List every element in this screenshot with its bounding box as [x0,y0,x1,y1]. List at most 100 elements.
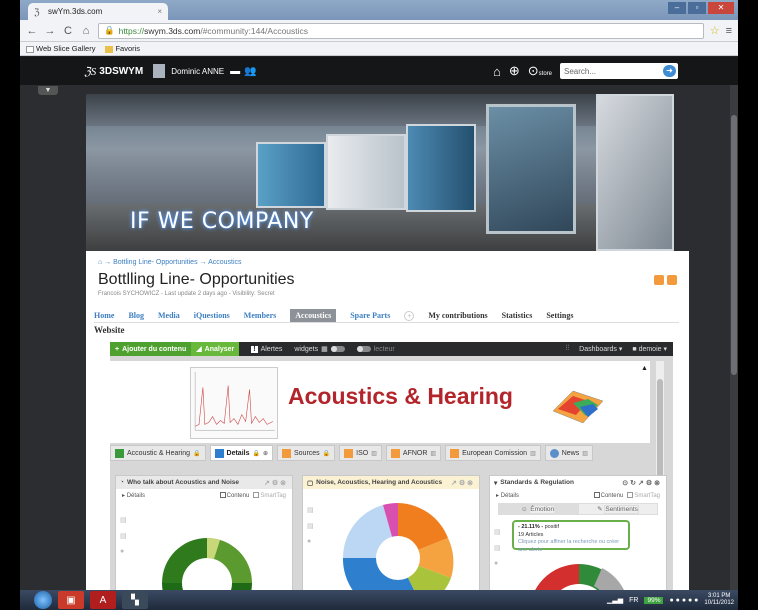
close-tab-icon[interactable]: × [157,7,162,16]
add-tab-icon[interactable]: + [404,310,415,321]
tab-emotion[interactable]: ☺ Émotion [498,503,578,515]
settings-sliders-icon[interactable]: ⫶⫶ [566,345,570,353]
home-icon[interactable]: ⌂ [98,259,102,266]
toggle-switch[interactable] [356,346,371,352]
collapse-icon[interactable]: ▾ [494,479,497,487]
gear-icon[interactable]: ● [494,560,506,567]
tab-details[interactable]: Details 🔒 ⊕ [209,445,273,461]
search-input[interactable]: Search... [564,67,596,76]
tab-afnor[interactable]: AFNOR ▥ [385,445,442,461]
trash-icon[interactable]: ▥ [430,450,436,457]
chat-icon[interactable]: ▬ [230,66,240,77]
back-arrow-icon[interactable]: ← [26,25,38,37]
tab-home[interactable]: Home [94,311,114,320]
widget-controls-icon[interactable]: ↗⚙⊗ [451,479,475,487]
doc-icon[interactable]: ▤ [120,516,132,524]
analyze-button[interactable]: ◢ Analyser [191,342,240,356]
taskbar-app-tools[interactable]: ▚ [122,591,148,609]
alerts-button[interactable]: ! Alertes [251,345,282,353]
widget-controls-icon[interactable]: ↗⚙⊗ [264,479,288,487]
start-button[interactable] [34,591,52,609]
doc-icon[interactable]: ▤ [120,532,132,540]
dashboards-menu[interactable]: Dashboards ▾ [579,345,622,353]
breadcrumb-item[interactable]: Bottling Line- Opportunities [113,259,197,266]
browser-tab[interactable]: ℨ swYm.3ds.com × [28,3,168,20]
tab-sources[interactable]: Sources 🔒 [277,445,336,461]
tab-settings[interactable]: Settings [546,311,573,320]
home-icon[interactable]: ⌂ [493,64,501,79]
bookmark-favoris[interactable]: Favoris [105,44,140,53]
add-content-button[interactable]: + Ajouter du contenu [110,342,192,356]
gear-icon[interactable]: ● [307,538,319,545]
gear-icon[interactable]: ● [120,548,132,555]
tab-iquestions[interactable]: iQuestions [194,311,230,320]
tab-my-contributions[interactable]: My contributions [428,311,487,320]
doc-icon[interactable]: ▤ [307,506,319,514]
store-icon[interactable]: ⊙store [528,63,552,79]
scrollbar-thumb[interactable] [731,115,737,375]
user-avatar[interactable] [153,64,166,78]
language-indicator[interactable]: FR [629,597,638,604]
people-icon[interactable]: 👥 [244,66,256,77]
rss-icon[interactable] [667,275,677,285]
bookmark-web-slice[interactable]: Web Slice Gallery [26,44,95,53]
taskbar-app-office[interactable]: ▣ [58,591,84,609]
browser-menu-icon[interactable]: ≡ [726,25,732,37]
bookmark-star-icon[interactable]: ☆ [710,24,720,37]
tab-sentiments[interactable]: ✎ Sentiments [578,503,658,515]
network-icon[interactable]: ▁▃▅ [607,596,623,604]
doc-icon[interactable]: ▤ [494,528,506,536]
minimize-button[interactable]: – [668,2,686,14]
tab-accoustics[interactable]: Accoustics [290,309,337,322]
widgets-toggle[interactable]: widgets ▦ [294,345,345,353]
trash-icon[interactable]: ▥ [371,450,377,457]
trash-icon[interactable]: ▥ [582,450,588,457]
rss-icon[interactable] [654,275,664,285]
tray-icons[interactable]: ● ● ● ● ● [669,597,698,604]
smarttag-checkbox[interactable]: SmartTag [627,491,660,499]
add-icon[interactable]: ⊕ [263,450,268,457]
tab-members[interactable]: Members [244,311,276,320]
compass-icon[interactable]: ⊕ [509,63,520,79]
search-go-icon[interactable]: ➜ [663,65,676,77]
tab-acoustic-hearing[interactable]: Accoustic & Hearing 🔒 [110,445,206,461]
tab-iso[interactable]: ISO ▥ [339,445,382,461]
home-icon[interactable]: ⌂ [80,25,92,37]
trash-icon[interactable]: ▥ [530,450,536,457]
tab-news[interactable]: News ▥ [544,445,593,461]
battery-indicator[interactable]: 99% [644,596,664,604]
collapse-toggle-icon[interactable]: ▼ [38,86,58,95]
forward-arrow-icon[interactable]: → [44,25,56,37]
contenu-checkbox[interactable]: Contenu [593,491,623,499]
taskbar-app-pdf[interactable]: A [90,591,116,609]
smarttag-checkbox[interactable]: SmartTag [253,491,286,499]
doc-icon[interactable]: ▤ [307,522,319,530]
reader-toggle[interactable]: lecteur [356,346,395,353]
tab-blog[interactable]: Blog [128,311,144,320]
page-scrollbar[interactable] [730,85,738,590]
toggle-switch[interactable] [330,346,345,352]
swym-logo[interactable]: ℨS 3DSWYM [84,65,143,78]
widget-controls-icon[interactable]: ⊙↻↗⚙⊗ [622,479,662,487]
swym-search[interactable]: Search... ➜ [560,63,678,79]
contenu-checkbox[interactable]: Contenu [219,491,249,499]
close-window-button[interactable]: ✕ [708,2,734,14]
doc-icon[interactable]: ▤ [494,544,506,552]
tab-european-comission[interactable]: European Comission ▥ [445,445,541,461]
address-bar[interactable]: 🔒 https:// swym.3ds.com /#community:144/… [98,22,704,39]
sentiment-tooltip[interactable]: - 21.11% - positif 19 Articles Cliquez p… [512,520,630,553]
details-toggle[interactable]: ▸ Détails [122,492,145,499]
reload-icon[interactable]: C [62,25,74,37]
tab-spare-parts[interactable]: Spare Parts [350,311,390,320]
tab-media[interactable]: Media [158,311,180,320]
tooltip-hint[interactable]: Cliquez pour affiner la recherche ou cré… [518,539,624,554]
clock[interactable]: 3:01 PM 10/11/2012 [704,593,734,607]
tab-statistics[interactable]: Statistics [502,311,533,320]
demo-menu[interactable]: ■ demoie ▾ [632,345,667,353]
details-toggle[interactable]: ▸ Détails [496,492,519,499]
maximize-button[interactable]: ▫ [688,2,706,14]
breadcrumb-item[interactable]: Accoustics [208,259,241,266]
screen: ℨ swYm.3ds.com × – ▫ ✕ ← → C ⌂ 🔒 https:/… [20,0,738,610]
user-name[interactable]: Dominic ANNE [171,67,224,76]
scroll-up-icon[interactable]: ▲ [641,365,648,372]
